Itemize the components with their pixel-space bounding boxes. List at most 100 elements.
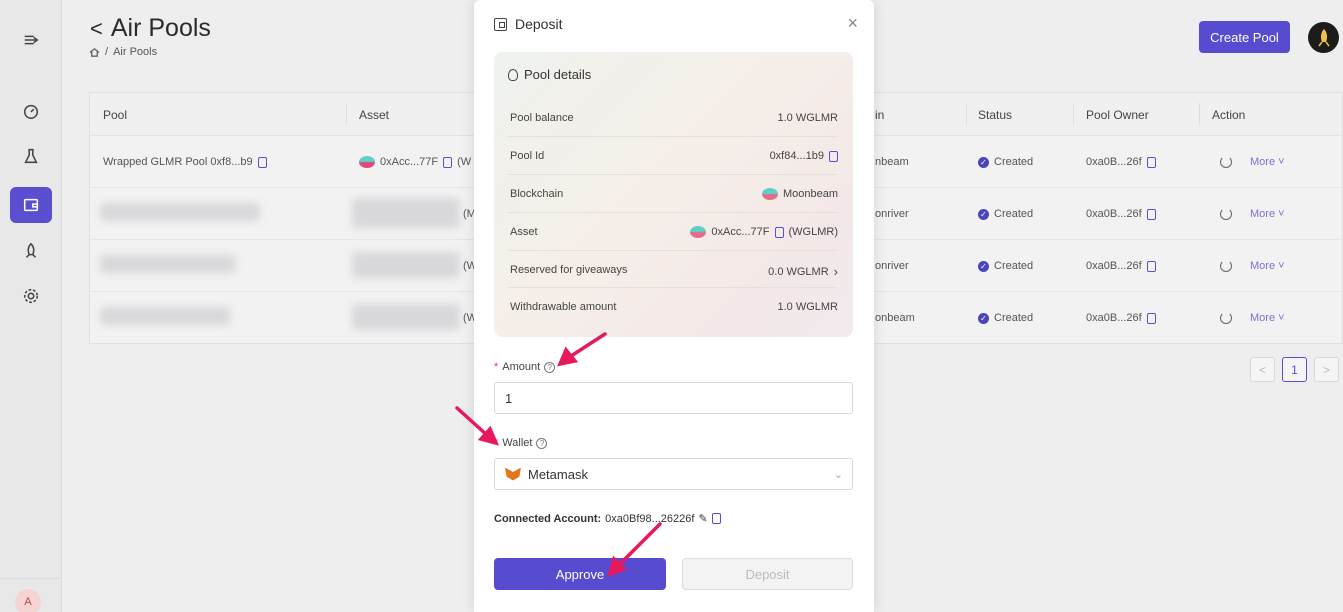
gear-icon[interactable] (10, 278, 52, 314)
breadcrumb: / Air Pools (89, 46, 157, 58)
avatar[interactable]: A (15, 589, 41, 612)
sidebar-toggle-icon[interactable] (10, 22, 52, 58)
refresh-icon[interactable] (1220, 208, 1232, 220)
pool-details-title: Pool details (508, 67, 591, 82)
copy-icon[interactable] (1146, 208, 1156, 220)
owner-cell: 0xa0B...26f (1086, 312, 1156, 324)
pagination-next[interactable]: > (1314, 357, 1339, 382)
create-pool-button[interactable]: Create Pool (1199, 21, 1290, 53)
pagination-prev[interactable]: < (1250, 357, 1275, 382)
owner-cell: 0xa0B...26f (1086, 208, 1156, 220)
check-icon: ✓ (978, 208, 989, 220)
detail-row-withdrawable: Withdrawable amount 1.0 WGLMR (508, 287, 838, 324)
refresh-icon[interactable] (1220, 156, 1232, 168)
check-icon: ✓ (978, 312, 989, 324)
blurred-asset (352, 198, 460, 228)
flask-icon[interactable] (10, 138, 52, 174)
more-dropdown[interactable]: More ˅ (1250, 156, 1285, 168)
status-badge: ✓ Created (978, 260, 1033, 272)
status-badge: ✓ Created (978, 208, 1033, 220)
rocket-icon[interactable] (10, 233, 52, 269)
header-status: Status (978, 108, 1013, 122)
pagination-page[interactable]: 1 (1282, 357, 1307, 382)
pool-details-card: Pool details Pool balance 1.0 WGLMR Pool… (494, 52, 853, 337)
header-action: Action (1212, 108, 1246, 122)
detail-row-reserved[interactable]: Reserved for giveaways 0.0 WGLMR › (508, 250, 838, 287)
chain-cell: onbeam (875, 312, 915, 324)
chain-cell: onriver (875, 260, 909, 272)
amount-input[interactable]: 1 (494, 382, 853, 414)
refresh-icon[interactable] (1220, 260, 1232, 272)
chevron-right-icon[interactable]: › (834, 264, 838, 279)
blurred-pool-name (100, 203, 260, 221)
wallet-label: * Wallet ? (494, 437, 548, 449)
more-dropdown[interactable]: More ˅ (1250, 260, 1285, 272)
action-cell: More ˅ (1220, 260, 1285, 272)
detail-row-balance: Pool balance 1.0 WGLMR (510, 112, 838, 124)
deposit-modal: Deposit × Pool details Pool balance 1.0 … (474, 0, 874, 612)
modal-title: Deposit (494, 16, 562, 32)
amount-label: * Amount ? (494, 361, 556, 373)
deposit-button[interactable]: Deposit (682, 558, 853, 590)
back-icon[interactable]: < (90, 16, 103, 42)
status-badge: ✓ Created (978, 156, 1033, 168)
home-icon[interactable] (89, 47, 100, 58)
sidebar: A (0, 0, 62, 612)
detail-row-blockchain: Blockchain Moonbeam (508, 174, 838, 211)
connected-account: Connected Account: 0xa0Bf98...26226f ✎ (494, 512, 721, 525)
moonbeam-icon (359, 156, 375, 168)
copy-icon[interactable] (1146, 260, 1156, 272)
blurred-asset (352, 252, 460, 278)
blurred-pool-name (100, 255, 235, 273)
sidebar-divider (0, 578, 62, 579)
action-cell: More ˅ (1220, 208, 1285, 220)
metamask-icon (505, 467, 521, 481)
copy-icon[interactable] (711, 513, 721, 524)
blurred-pool-name (100, 307, 230, 325)
pool-cell: Wrapped GLMR Pool 0xf8...b9 (103, 156, 267, 168)
more-dropdown[interactable]: More ˅ (1250, 312, 1285, 324)
check-icon: ✓ (978, 156, 989, 168)
help-icon[interactable]: ? (536, 437, 548, 449)
copy-icon[interactable] (257, 156, 267, 168)
owner-cell: 0xa0B...26f (1086, 156, 1156, 168)
status-badge: ✓ Created (978, 312, 1033, 324)
copy-icon[interactable] (774, 226, 784, 238)
header-chain: in (875, 108, 885, 122)
detail-row-pool-id: Pool Id 0xf84...1b9 (508, 136, 838, 173)
more-dropdown[interactable]: More ˅ (1250, 208, 1285, 220)
moonbeam-icon (761, 188, 778, 200)
copy-icon[interactable] (1146, 312, 1156, 324)
copy-icon[interactable] (1146, 156, 1156, 168)
refresh-icon[interactable] (1220, 312, 1232, 324)
page-title-text: Air Pools (110, 14, 211, 42)
account-avatar[interactable] (1308, 22, 1339, 53)
moonbeam-icon (690, 226, 707, 238)
chain-cell: nbeam (875, 156, 909, 168)
page-title: < Air Pools (90, 14, 211, 43)
owner-cell: 0xa0B...26f (1086, 260, 1156, 272)
chain-cell: onriver (875, 208, 909, 220)
header-owner: Pool Owner (1086, 108, 1149, 122)
edit-icon[interactable]: ✎ (698, 512, 707, 525)
detail-row-asset: Asset 0xAcc...77F (WGLMR) (508, 212, 838, 249)
asset-cell: 0xAcc...77F (W (359, 156, 471, 168)
wallet-icon (494, 17, 507, 31)
approve-button[interactable]: Approve (494, 558, 666, 590)
action-cell: More ˅ (1220, 312, 1285, 324)
chevron-down-icon: ⌄ (833, 469, 843, 481)
lightbulb-icon (508, 68, 518, 81)
wallet-icon[interactable] (10, 187, 52, 223)
copy-icon[interactable] (829, 150, 838, 162)
check-icon: ✓ (978, 260, 989, 272)
header-asset: Asset (359, 108, 390, 122)
rocket-logo-icon (1317, 28, 1330, 46)
action-cell: More ˅ (1220, 156, 1285, 168)
close-icon[interactable]: × (847, 13, 858, 34)
header-pool: Pool (103, 108, 128, 122)
copy-icon[interactable] (443, 156, 453, 168)
breadcrumb-current: Air Pools (113, 46, 158, 58)
wallet-select[interactable]: Metamask ⌄ (494, 458, 853, 490)
dashboard-icon[interactable] (10, 93, 52, 129)
help-icon[interactable]: ? (544, 361, 556, 373)
